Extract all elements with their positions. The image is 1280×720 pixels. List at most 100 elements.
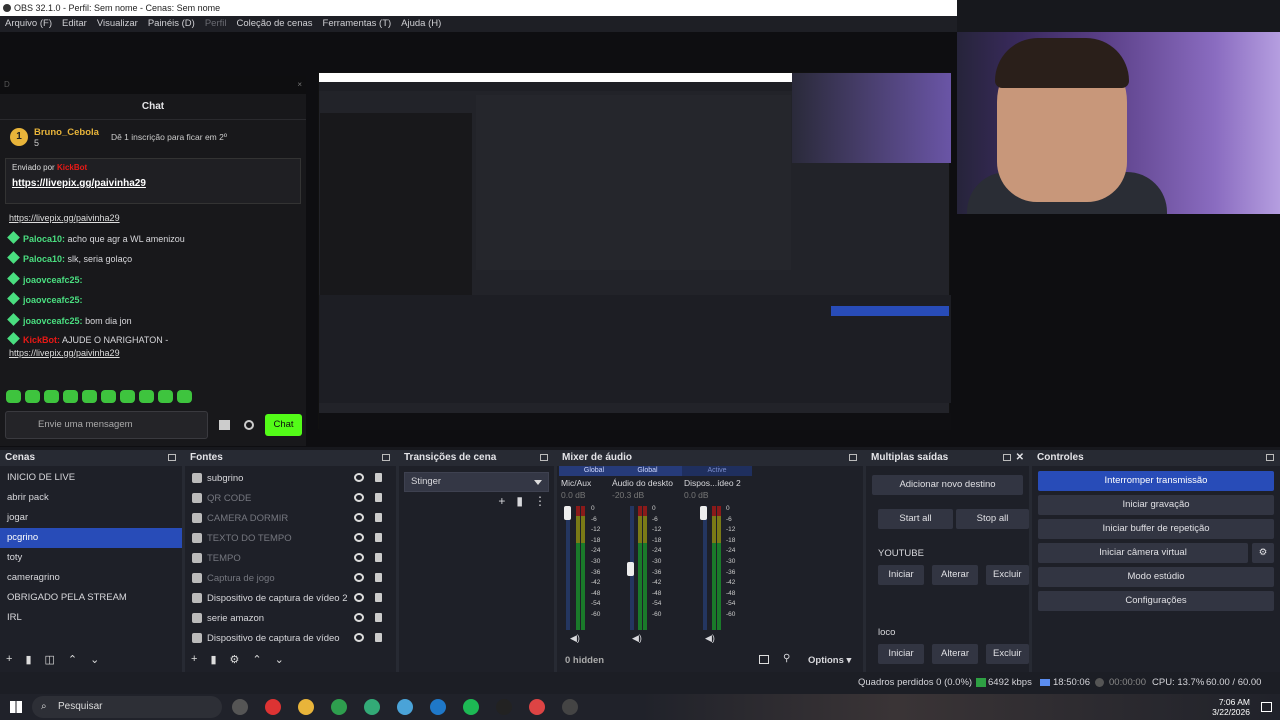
chrome-icon[interactable]: [331, 699, 347, 715]
visibility-icon[interactable]: [354, 573, 364, 582]
edit-target-button[interactable]: Alterar: [932, 565, 978, 585]
chat-search-bar[interactable]: D ×: [0, 76, 306, 94]
app-icon[interactable]: [364, 699, 380, 715]
chevron-up-icon[interactable]: ⌃: [252, 653, 261, 666]
scene-item[interactable]: OBRIGADO PELA STREAM: [0, 588, 182, 608]
visibility-icon[interactable]: [354, 593, 364, 602]
scene-item[interactable]: IRL: [0, 608, 182, 628]
delete-target-button[interactable]: Excluir: [986, 644, 1029, 664]
undock-icon[interactable]: [168, 454, 176, 461]
visibility-icon[interactable]: [354, 553, 364, 562]
add-icon[interactable]: +: [191, 653, 197, 665]
emote-icon[interactable]: [120, 390, 135, 403]
menu-edit[interactable]: Editar: [62, 16, 87, 32]
emote-icon[interactable]: [63, 390, 78, 403]
close-icon[interactable]: ×: [297, 76, 302, 94]
scene-item[interactable]: toty: [0, 548, 182, 568]
volume-slider[interactable]: [627, 562, 634, 576]
settings-button[interactable]: Configurações: [1038, 591, 1274, 611]
app-icon[interactable]: [562, 699, 578, 715]
trash-icon[interactable]: ▮: [25, 653, 31, 666]
menu-profile[interactable]: Perfil: [205, 16, 227, 32]
app-icon[interactable]: [265, 699, 281, 715]
mute-icon[interactable]: ◀): [570, 633, 580, 644]
source-item[interactable]: TEMPO: [185, 548, 396, 568]
more-icon[interactable]: ⋮: [534, 494, 546, 508]
menu-docks[interactable]: Painéis (D): [148, 16, 195, 32]
system-clock[interactable]: 7:06 AM 3/22/2026: [1212, 697, 1250, 717]
windows-start-icon[interactable]: [10, 701, 22, 713]
transition-select[interactable]: Stinger: [404, 472, 549, 492]
visibility-icon[interactable]: [354, 533, 364, 542]
volume-slider[interactable]: [564, 506, 571, 520]
mute-icon[interactable]: ◀): [705, 633, 715, 644]
chat-message-input[interactable]: Envie uma mensagem: [5, 411, 208, 439]
start-target-button[interactable]: Iniciar: [878, 565, 924, 585]
delete-target-button[interactable]: Excluir: [986, 565, 1029, 585]
obs-icon[interactable]: [496, 699, 512, 715]
volume-slider[interactable]: [700, 506, 707, 520]
gear-icon[interactable]: ⚙: [1252, 543, 1274, 563]
menu-tools[interactable]: Ferramentas (T): [323, 16, 392, 32]
emote-icon[interactable]: [25, 390, 40, 403]
chevron-down-icon[interactable]: ⌄: [90, 653, 99, 666]
menu-view[interactable]: Visualizar: [97, 16, 138, 32]
chevron-up-icon[interactable]: ⌃: [68, 653, 77, 666]
emote-icon[interactable]: [82, 390, 97, 403]
visibility-icon[interactable]: [354, 493, 364, 502]
visibility-icon[interactable]: [354, 513, 364, 522]
scene-item[interactable]: cameragrino: [0, 568, 182, 588]
scene-item-selected[interactable]: pcgrino: [0, 528, 182, 548]
source-item[interactable]: TEXTO DO TEMPO: [185, 528, 396, 548]
scene-item[interactable]: abrir pack: [0, 488, 182, 508]
source-item[interactable]: QR CODE: [185, 488, 396, 508]
filter-icon[interactable]: ◫: [45, 653, 55, 666]
mute-icon[interactable]: ◀): [632, 633, 642, 644]
folder-icon[interactable]: [298, 699, 314, 715]
lock-icon[interactable]: [375, 553, 382, 562]
menu-scene-collection[interactable]: Coleção de cenas: [236, 16, 312, 32]
lock-icon[interactable]: [375, 493, 382, 502]
emote-icon[interactable]: [6, 390, 21, 403]
start-all-button[interactable]: Start all: [878, 509, 953, 529]
taskbar-search[interactable]: ⌕ Pesquisar: [32, 696, 222, 718]
start-virtual-camera-button[interactable]: Iniciar câmera virtual: [1038, 543, 1248, 563]
channel-name[interactable]: Dispos...ídeo 2: [682, 476, 752, 490]
start-replay-buffer-button[interactable]: Iniciar buffer de repetição: [1038, 519, 1274, 539]
stop-streaming-button[interactable]: Interromper transmissão: [1038, 471, 1274, 491]
edit-target-button[interactable]: Alterar: [932, 644, 978, 664]
emote-icon[interactable]: [139, 390, 154, 403]
close-icon[interactable]: ✕: [1016, 450, 1024, 466]
pinned-link[interactable]: https://livepix.gg/paivinha29: [12, 178, 294, 189]
visibility-icon[interactable]: [354, 633, 364, 642]
visibility-icon[interactable]: [354, 473, 364, 482]
lock-icon[interactable]: [375, 573, 382, 582]
scene-item[interactable]: jogar: [0, 508, 182, 528]
spotify-icon[interactable]: [463, 699, 479, 715]
chat-send-button[interactable]: Chat: [265, 414, 302, 436]
lock-icon[interactable]: [375, 633, 382, 642]
channel-name[interactable]: Áudio do deskto: [610, 476, 685, 490]
source-item[interactable]: Captura de jogo: [185, 568, 396, 588]
emote-icon[interactable]: [44, 390, 59, 403]
chevron-down-icon[interactable]: ⌄: [275, 653, 284, 666]
emote-icon[interactable]: [177, 390, 192, 403]
add-destination-button[interactable]: Adicionar novo destino: [872, 475, 1023, 495]
chrome-icon[interactable]: [529, 699, 545, 715]
trash-icon[interactable]: ▮: [516, 494, 523, 508]
options-button[interactable]: Options ▾: [808, 655, 851, 666]
menu-help[interactable]: Ajuda (H): [401, 16, 441, 32]
stop-all-button[interactable]: Stop all: [956, 509, 1029, 529]
link-icon[interactable]: ⚲: [783, 653, 790, 664]
undock-icon[interactable]: [540, 454, 548, 461]
gift-icon[interactable]: [219, 420, 230, 430]
lock-icon[interactable]: [375, 533, 382, 542]
notification-icon[interactable]: [1261, 702, 1272, 712]
source-item[interactable]: serie amazon: [185, 608, 396, 628]
add-icon[interactable]: +: [498, 494, 505, 508]
source-item[interactable]: subgrino: [185, 468, 396, 488]
start-recording-button[interactable]: Iniciar gravação: [1038, 495, 1274, 515]
undock-icon[interactable]: [849, 454, 857, 461]
sub-user[interactable]: Bruno_Cebola: [34, 127, 99, 138]
lock-icon[interactable]: [375, 513, 382, 522]
